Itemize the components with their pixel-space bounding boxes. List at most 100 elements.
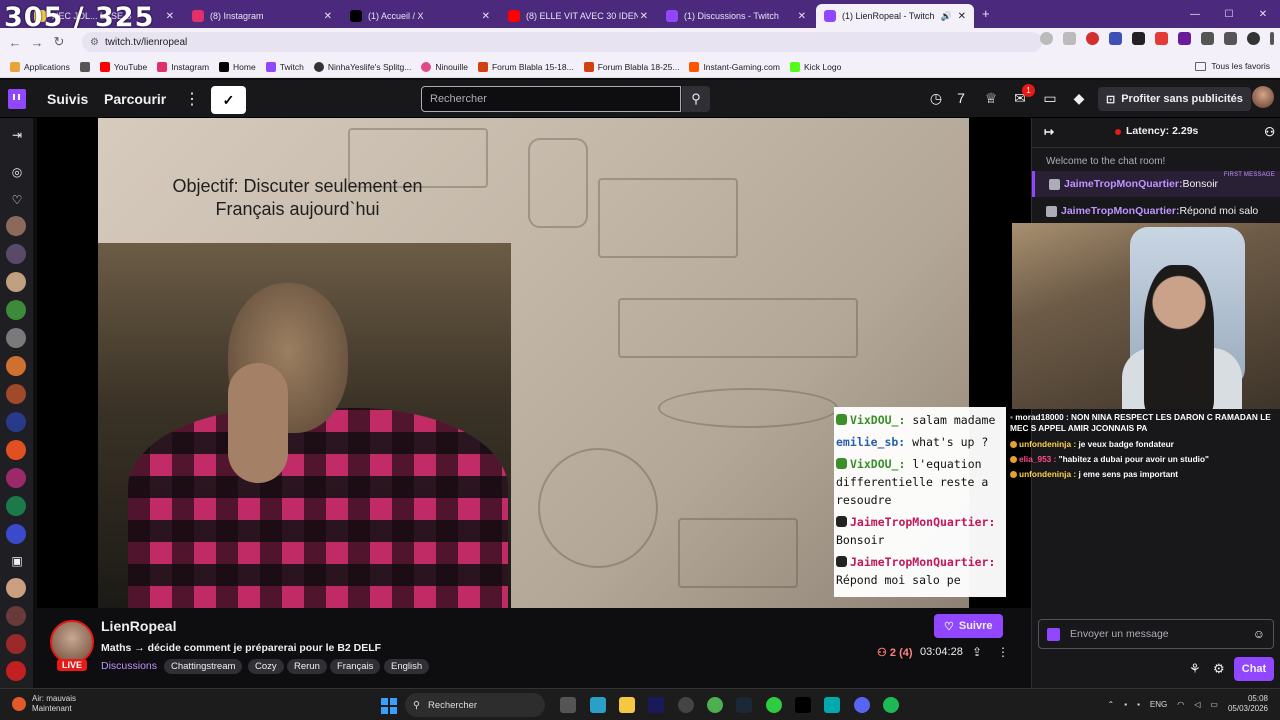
extension-icon[interactable] <box>1109 32 1122 45</box>
back-icon[interactable]: ← <box>4 35 26 50</box>
hype-icon[interactable]: ⚘ <box>1189 661 1201 677</box>
site-info-icon[interactable]: ⚙ <box>90 37 99 48</box>
battery-icon[interactable]: ▭ <box>1210 700 1218 709</box>
profile-avatar-icon[interactable] <box>1247 32 1260 45</box>
browser-tab-active[interactable]: (1) LienRopeal - Twitch 🔊 ✕ <box>816 4 974 28</box>
collapse-chat-icon[interactable]: ↦ <box>1044 125 1054 139</box>
heart-icon[interactable]: ♡ <box>8 193 26 207</box>
steam-icon[interactable] <box>736 697 752 713</box>
bookmark-star-icon[interactable] <box>1063 32 1076 45</box>
maximize-icon[interactable]: ☐ <box>1212 0 1246 28</box>
channel-avatar[interactable] <box>6 356 26 376</box>
tray-icon[interactable]: ▪ <box>1124 700 1127 709</box>
bookmark-forum-18-25[interactable]: Forum Blabla 18-25... <box>583 61 679 72</box>
channel-avatar[interactable] <box>6 272 26 292</box>
widgets-icon[interactable] <box>590 697 606 713</box>
reload-icon[interactable]: ↻ <box>48 34 70 50</box>
extension-icon[interactable] <box>1132 32 1145 45</box>
bookmark-kick[interactable]: Kick Logo <box>789 61 841 72</box>
bits-icon[interactable]: ◆ <box>1071 90 1087 108</box>
speaker-icon[interactable]: 🔊 <box>941 11 952 22</box>
camera-icon[interactable]: ▣ <box>8 554 26 568</box>
extension-icon[interactable] <box>1086 32 1099 45</box>
stream-tag[interactable]: Chattingstream <box>164 659 243 674</box>
user-avatar[interactable] <box>1252 86 1274 108</box>
close-icon[interactable]: ✕ <box>640 11 648 22</box>
chat-send-button[interactable]: Chat <box>1234 657 1274 681</box>
volume-icon[interactable]: ◁ <box>1194 700 1200 709</box>
discord-icon[interactable] <box>854 697 870 713</box>
windows-start-icon[interactable] <box>381 698 397 714</box>
search-icon[interactable]: ⚲ <box>682 86 710 112</box>
close-icon[interactable]: ✕ <box>166 11 174 22</box>
bookmark-youtube[interactable]: YouTube <box>99 61 147 72</box>
tray-icon[interactable]: ▪ <box>1137 700 1140 709</box>
channel-avatar[interactable] <box>50 620 94 664</box>
stream-tag[interactable]: Rerun <box>287 659 327 674</box>
bookmark-twitch[interactable]: Twitch <box>265 61 304 72</box>
community-icon[interactable]: ⚇ <box>1264 125 1275 139</box>
file-explorer-icon[interactable] <box>619 697 635 713</box>
channel-avatar[interactable] <box>6 661 26 681</box>
bookmark-splitgate[interactable]: NinhaYeslife's Splitg... <box>313 61 411 72</box>
url-field[interactable]: ⚙ twitch.tv/lienropeal <box>82 32 1042 52</box>
browser-tab[interactable]: (8) Instagram ✕ <box>184 4 340 28</box>
bookmark-item[interactable] <box>79 61 90 72</box>
weather-widget[interactable]: Air: mauvais Maintenant <box>12 694 76 714</box>
emote-picker-icon[interactable]: ☺ <box>1253 627 1265 641</box>
channel-avatar[interactable] <box>6 524 26 544</box>
stream-tag[interactable]: Cozy <box>248 659 284 674</box>
zoom-icon[interactable] <box>1040 32 1053 45</box>
follow-button[interactable]: ♡ Suivre <box>934 614 1003 638</box>
bookmark-ninouille[interactable]: Ninouille <box>421 61 468 72</box>
close-window-icon[interactable]: ✕ <box>1246 0 1280 28</box>
browser-tab[interactable]: (8) ELLE VIT AVEC 30 IDENTITÉS✕ <box>500 4 656 28</box>
chat-message-input[interactable]: Envoyer un message ☺ <box>1038 619 1274 649</box>
stream-tag[interactable]: English <box>384 659 430 674</box>
whispers-icon[interactable]: ▭ <box>1042 90 1058 108</box>
language-indicator[interactable]: ENG <box>1150 700 1167 709</box>
expand-icon[interactable]: ⇥ <box>8 128 26 142</box>
channel-avatar[interactable] <box>6 496 26 516</box>
app-icon[interactable] <box>678 697 694 713</box>
clock-icon[interactable]: ◷ <box>928 90 944 108</box>
channel-avatar[interactable] <box>6 384 26 404</box>
extension-icon[interactable] <box>1178 32 1191 45</box>
media-icon[interactable] <box>1224 32 1237 45</box>
close-icon[interactable]: ✕ <box>324 11 332 22</box>
channel-avatar[interactable] <box>6 440 26 460</box>
tiktok-icon[interactable] <box>795 697 811 713</box>
ad-free-button[interactable]: ⊡ Profiter sans publicités <box>1098 87 1251 111</box>
channel-avatar[interactable] <box>6 328 26 348</box>
channel-avatar[interactable] <box>6 244 26 264</box>
chevron-up-icon[interactable]: ⌃ <box>1108 700 1115 709</box>
bookmark-forum-15-18[interactable]: Forum Blabla 15-18... <box>477 61 574 72</box>
video-player[interactable]: Objectif: Discuter seulement en Français… <box>37 118 1031 608</box>
gear-icon[interactable]: ⚙ <box>1213 661 1225 677</box>
bookmark-instant-gaming[interactable]: Instant-Gaming.com <box>689 61 780 72</box>
chrome-icon[interactable] <box>707 697 723 713</box>
channel-avatar[interactable] <box>6 412 26 432</box>
share-icon[interactable]: ⇪ <box>972 645 982 659</box>
7tv-icon[interactable]: 7 <box>953 90 969 108</box>
bookmark-instagram[interactable]: Instagram <box>157 61 209 72</box>
stream-category-link[interactable]: Discussions <box>101 660 157 672</box>
minimize-icon[interactable]: — <box>1178 0 1212 28</box>
all-favorites[interactable]: Tous les favoris <box>1195 61 1270 71</box>
nav-following[interactable]: Suivis <box>47 91 88 107</box>
forward-icon[interactable]: → <box>26 35 48 50</box>
app-icon[interactable] <box>824 697 840 713</box>
extension-icon[interactable] <box>1155 32 1168 45</box>
taskbar-clock[interactable]: 05:08 05/03/2026 <box>1228 694 1268 714</box>
task-view-icon[interactable] <box>560 697 576 713</box>
channel-name[interactable]: LienRopeal <box>101 618 176 634</box>
channel-avatar[interactable] <box>6 216 26 236</box>
close-icon[interactable]: ✕ <box>798 11 806 22</box>
chat-username[interactable]: JaimeTropMonQuartier: <box>1061 205 1179 217</box>
spotify-icon[interactable] <box>883 697 899 713</box>
crown-icon[interactable]: ♕ <box>983 90 999 108</box>
extensions-puzzle-icon[interactable] <box>1201 32 1214 45</box>
menu-icon[interactable] <box>1270 32 1274 45</box>
search-input[interactable]: Rechercher <box>421 86 681 112</box>
twitch-logo-icon[interactable] <box>8 89 26 109</box>
